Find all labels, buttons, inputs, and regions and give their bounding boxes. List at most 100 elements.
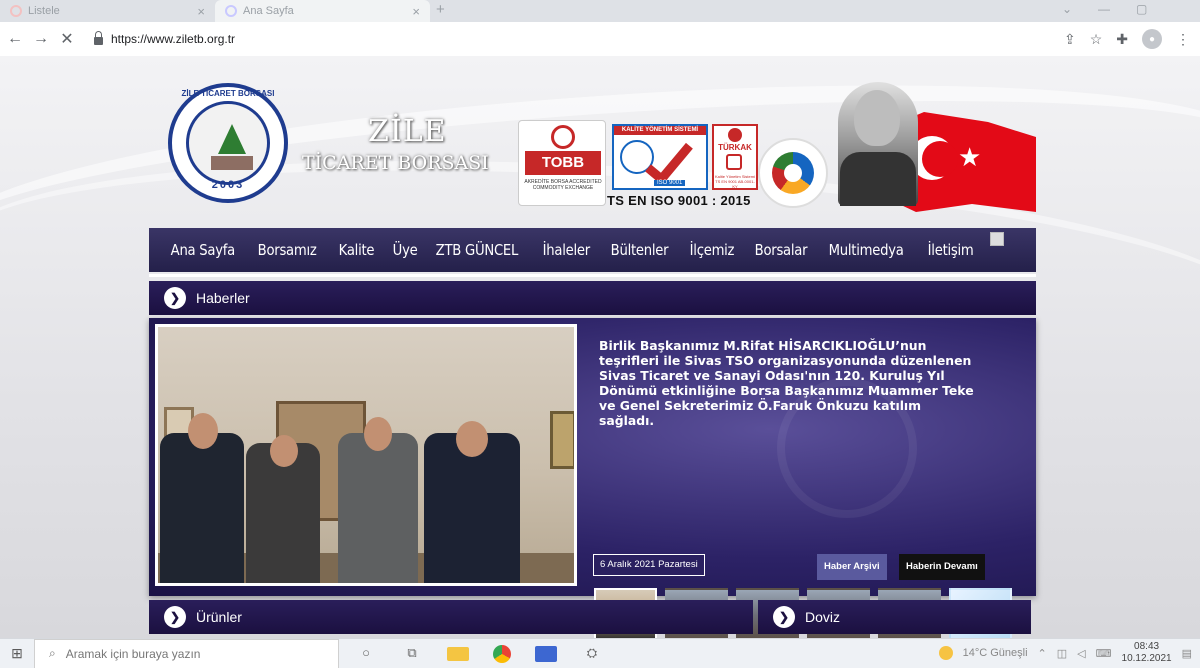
turkak-logo-icon (728, 128, 742, 142)
task-view-icon[interactable]: ⧉ (401, 645, 423, 663)
clock[interactable]: 08:43 10.12.2021 (1122, 641, 1172, 665)
file-explorer-icon[interactable] (447, 646, 469, 661)
news-headline[interactable]: Birlik Başkanımız M.Rifat HİSARCIKLIOĞLU… (599, 338, 979, 428)
main-navigation: Ana Sayfa Borsamız Kalite Üye ZTB GÜNCEL… (149, 228, 1036, 272)
star-icon[interactable]: ☆ (1090, 31, 1103, 48)
chrome-icon[interactable] (493, 644, 511, 663)
haberler-section-header[interactable]: ❯ Haberler (149, 281, 1036, 315)
cortana-icon[interactable]: ○ (355, 645, 377, 663)
nav-item-iletisim[interactable]: İletişim (918, 241, 983, 259)
iso-header: KALİTE YÖNETİM SİSTEMİ (614, 126, 706, 135)
maximize-icon[interactable]: ▢ (1136, 2, 1147, 16)
doviz-section-header[interactable]: ❯ Doviz (758, 600, 1031, 634)
url-text[interactable]: https://www.ziletb.org.tr (111, 32, 235, 46)
language-icon[interactable]: ⌨ (1096, 647, 1112, 660)
arrow-right-icon: ❯ (773, 606, 795, 628)
tab-loading-icon (225, 5, 237, 17)
back-icon[interactable]: ← (2, 30, 28, 48)
person-figure (160, 433, 244, 583)
profile-icon[interactable]: ● (1142, 29, 1162, 49)
news-photo[interactable] (155, 324, 577, 586)
nav-item-bultenler[interactable]: Bültenler (601, 241, 678, 259)
nav-item-ztb-guncel[interactable]: ZTB GÜNCEL (426, 241, 528, 259)
tobb-label: TOBB (525, 151, 601, 175)
tab-label: Ana Sayfa (243, 5, 294, 17)
nav-item-multimedya[interactable]: Multimedya (819, 241, 913, 259)
iso-label: ISO 9001 (654, 180, 686, 186)
nav-item-kalite[interactable]: Kalite (329, 241, 384, 259)
app-icon[interactable]: ⛭ (581, 645, 603, 663)
toolbar-actions: ⇪ ☆ ✚ ● ⋮ (1064, 29, 1190, 49)
nav-item-uye[interactable]: Üye (383, 241, 427, 259)
arrow-right-icon: ❯ (164, 287, 186, 309)
person-head (188, 413, 218, 449)
news-date: 6 Aralık 2021 Pazartesi (593, 554, 705, 576)
portrait-suit (840, 152, 916, 206)
extensions-icon[interactable]: ✚ (1116, 31, 1128, 48)
news-archive-button[interactable]: Haber Arşivi (817, 554, 887, 580)
brand-title: ZİLE (368, 114, 447, 149)
tobb-union-emblem-icon (772, 152, 814, 194)
person-head (270, 435, 298, 467)
window-caret-icon[interactable]: ⌄ (1062, 2, 1072, 16)
urunler-section-header[interactable]: ❯ Ürünler (149, 600, 753, 634)
taskbar-search[interactable]: ⌕ Aramak için buraya yazın (34, 638, 339, 668)
menu-icon[interactable]: ⋮ (1176, 31, 1190, 48)
app-icon[interactable] (535, 645, 557, 662)
arrow-right-icon: ❯ (164, 606, 186, 628)
seal-year: 2003 (211, 179, 245, 191)
tray-chevron-icon[interactable]: ⌃ (1038, 647, 1047, 660)
tobb-subtext: AKREDİTE BORSA ACCREDITED COMMODITY EXCH… (524, 179, 602, 191)
browser-toolbar: ← → ✕ https://www.ziletb.org.tr ⇪ ☆ ✚ ● … (0, 22, 1200, 56)
wall-frame (550, 411, 574, 469)
read-more-button[interactable]: Haberin Devamı (899, 554, 985, 580)
search-placeholder: Aramak için buraya yazın (65, 646, 201, 661)
cert-caption: TS EN ISO 9001 : 2015 (607, 193, 751, 208)
tab-listele[interactable]: Listele × (0, 0, 215, 22)
nav-item-ilcemiz[interactable]: İlçemiz (680, 241, 744, 259)
address-bar[interactable]: https://www.ziletb.org.tr (94, 26, 1094, 52)
volume-icon[interactable]: ◁ (1077, 647, 1085, 660)
seal-ring-text: ZİLE TİCARET BORSASI (181, 89, 275, 98)
tab-label: Listele (28, 5, 60, 17)
brand-subtitle: TİCARET BORSASI (302, 152, 489, 174)
section-title: Haberler (196, 290, 250, 306)
section-title: Doviz (805, 609, 841, 625)
ataturk-portrait-image (838, 82, 918, 206)
lock-icon[interactable] (94, 31, 103, 45)
tobb-union-logo (758, 138, 828, 208)
forward-icon[interactable]: → (28, 30, 54, 48)
turkak-check-icon (726, 154, 742, 170)
notifications-icon[interactable]: ▤ (1182, 647, 1192, 660)
weather-text[interactable]: 14°C Güneşli (963, 647, 1028, 659)
web-page: ZİLE TİCARET BORSASI 2003 ZİLE TİCARET B… (0, 56, 1200, 638)
iso-certificate-badge: KALİTE YÖNETİM SİSTEMİ ISO 9001 (612, 124, 708, 190)
windows-start-icon[interactable]: ⊞ (0, 645, 34, 662)
minimize-icon[interactable]: — (1098, 2, 1110, 16)
browser-tab-strip: Listele × Ana Sayfa × + ⌄ — ▢ (0, 0, 1200, 22)
turkak-label: TÜRKAK (718, 143, 752, 152)
system-tray: 14°C Güneşli ⌃ ◫ ◁ ⌨ 08:43 10.12.2021 ▤ (938, 641, 1192, 665)
tab-ana-sayfa[interactable]: Ana Sayfa × (215, 0, 430, 22)
section-title: Ürünler (196, 609, 242, 625)
nav-item-borsalar[interactable]: Borsalar (745, 241, 817, 259)
crescent-cutout (922, 141, 958, 177)
portrait-face (854, 90, 900, 146)
tab-close-icon[interactable]: × (197, 4, 205, 19)
nav-item-ihaleler[interactable]: İhaleler (533, 241, 600, 259)
tab-close-icon[interactable]: × (412, 4, 420, 19)
network-icon[interactable]: ◫ (1057, 647, 1067, 660)
windows-taskbar: ⊞ ⌕ Aramak için buraya yazın ○ ⧉ ⛭ 14°C … (0, 638, 1200, 668)
seal-building-icon (211, 156, 253, 170)
nav-divider (149, 274, 1036, 277)
nav-item-ana-sayfa[interactable]: Ana Sayfa (161, 241, 245, 259)
person-figure (338, 433, 418, 583)
borsa-seal-logo[interactable]: ZİLE TİCARET BORSASI 2003 (168, 83, 288, 203)
star-icon: ★ (958, 142, 982, 172)
new-tab-button[interactable]: + (436, 0, 445, 20)
share-icon[interactable]: ⇪ (1064, 31, 1076, 48)
tobb-accredited-badge: TOBB AKREDİTE BORSA ACCREDITED COMMODITY… (518, 120, 606, 206)
turkak-footnote: Kalite Yönetim Sistemi TS EN 9001 AB-000… (715, 174, 755, 189)
nav-item-borsamiz[interactable]: Borsamız (248, 241, 326, 259)
stop-icon[interactable]: ✕ (54, 29, 80, 49)
